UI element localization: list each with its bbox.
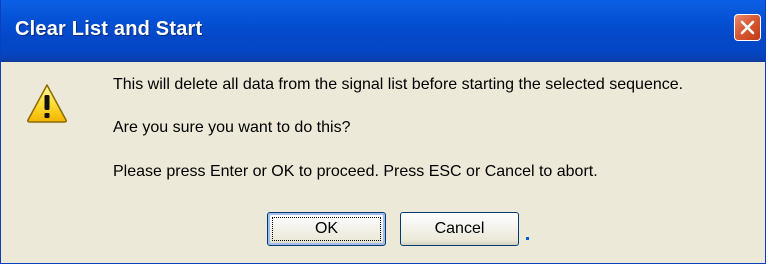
cancel-button-label: Cancel: [434, 220, 485, 237]
dialog-body: This will delete all data from the signa…: [1, 62, 765, 264]
window-title: Clear List and Start: [15, 18, 203, 40]
ok-button[interactable]: OK: [267, 212, 386, 246]
title-bar[interactable]: Clear List and Start: [1, 0, 765, 62]
message-line-confirm: Are you sure you want to do this?: [113, 119, 351, 136]
cancel-button[interactable]: Cancel: [400, 212, 519, 246]
message-line-delete-warning: This will delete all data from the signa…: [113, 76, 684, 93]
artifact-dot: [526, 237, 529, 240]
close-icon: [740, 20, 755, 35]
dialog-window: Clear List and Start This will delete al…: [0, 0, 766, 264]
close-button[interactable]: [734, 14, 761, 41]
warning-icon: [27, 84, 67, 123]
message-line-instructions: Please press Enter or OK to proceed. Pre…: [113, 163, 598, 180]
focus-rectangle: [272, 217, 381, 241]
